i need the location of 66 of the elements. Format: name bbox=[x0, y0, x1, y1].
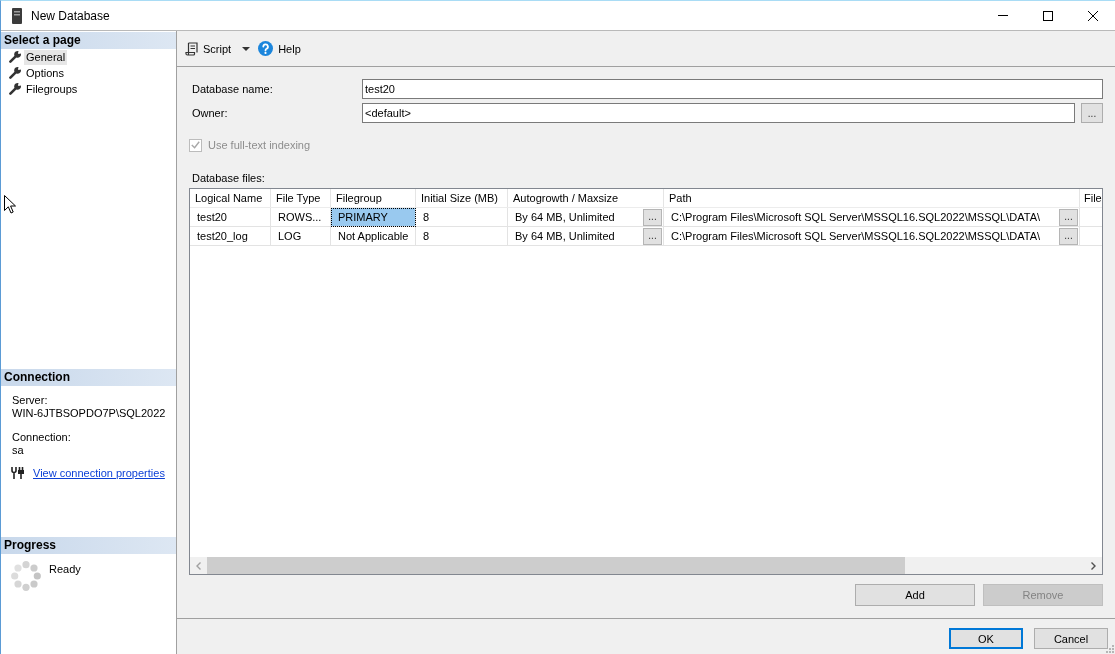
window-title: New Database bbox=[31, 8, 110, 23]
browse-button[interactable]: ... bbox=[643, 208, 662, 226]
minimize-icon bbox=[997, 15, 1008, 16]
table-cell[interactable]: Not Applicable bbox=[331, 227, 416, 246]
table-cell[interactable]: By 64 MB, Unlimited bbox=[508, 227, 643, 245]
column-header: Initial Size (MB) bbox=[416, 189, 508, 207]
field-value: WIN-6JTBSOPDO7P\SQL2022 bbox=[12, 407, 167, 420]
browse-button[interactable]: ... bbox=[643, 227, 662, 245]
mouse-pointer-icon bbox=[4, 195, 16, 214]
browse-button[interactable]: ... bbox=[1059, 227, 1078, 245]
table-cell[interactable]: C:\Program Files\Microsoft SQL Server\MSSQL16.SQL2022\MSSQL\DATA\ bbox=[664, 227, 1059, 245]
close-icon bbox=[1087, 10, 1098, 21]
field-label: Database name: bbox=[191, 83, 274, 95]
column-header: File Type bbox=[271, 189, 331, 207]
section-header: Connection bbox=[1, 369, 176, 386]
section-header: Progress bbox=[1, 537, 176, 554]
field-label: Server: bbox=[12, 394, 49, 407]
plug-icon bbox=[11, 467, 24, 479]
add-button[interactable]: Add bbox=[855, 584, 975, 606]
column-header: Path bbox=[664, 189, 1080, 207]
column-header: Logical Name bbox=[190, 189, 271, 207]
field-label: Owner: bbox=[191, 107, 229, 119]
column-header: File bbox=[1083, 191, 1102, 206]
ok-button[interactable]: OK bbox=[949, 628, 1023, 649]
checkmark-icon bbox=[191, 141, 200, 149]
input-field[interactable]: test20 bbox=[362, 79, 1103, 99]
help-icon bbox=[258, 41, 274, 56]
cancel-button[interactable]: Cancel bbox=[1034, 628, 1108, 649]
checkbox-label: Use full-text indexing bbox=[208, 139, 311, 151]
server-icon bbox=[12, 7, 22, 24]
column-header: Filegroup bbox=[331, 189, 416, 207]
scroll-icon bbox=[185, 41, 198, 56]
chevron-left-icon bbox=[196, 561, 201, 570]
wrench-icon bbox=[9, 51, 21, 63]
page-nav-item[interactable]: Filegroups bbox=[24, 81, 80, 97]
table-cell[interactable]: LOG bbox=[271, 227, 331, 246]
page-nav-item[interactable]: Options bbox=[24, 65, 66, 81]
browse-button[interactable]: ... bbox=[1059, 208, 1078, 226]
caret-icon bbox=[242, 46, 251, 51]
table-cell[interactable]: 8 bbox=[416, 227, 508, 246]
status-text: Ready bbox=[49, 563, 81, 575]
scrollbar-thumb[interactable] bbox=[207, 557, 905, 574]
help-button[interactable]: Help bbox=[258, 37, 301, 60]
table-cell[interactable]: PRIMARY bbox=[331, 208, 416, 227]
table-cell[interactable]: C:\Program Files\Microsoft SQL Server\MSSQL16.SQL2022\MSSQL\DATA\ bbox=[664, 208, 1059, 226]
page-nav-item[interactable]: General bbox=[24, 49, 68, 65]
spinner-icon bbox=[11, 561, 41, 591]
table-cell[interactable]: test20_log bbox=[190, 227, 271, 246]
section-header: Select a page bbox=[1, 32, 176, 49]
grid-label: Database files: bbox=[191, 172, 265, 185]
column-header: Autogrowth / Maxsize bbox=[508, 189, 664, 207]
horizontal-scrollbar[interactable] bbox=[190, 557, 1102, 574]
connection-properties-link[interactable]: View connection properties bbox=[33, 467, 165, 479]
browse-button[interactable]: ... bbox=[1081, 103, 1103, 123]
wrench-icon bbox=[9, 83, 21, 95]
script-dropdown-button[interactable]: Script bbox=[185, 37, 251, 60]
table-cell[interactable]: test20 bbox=[190, 208, 271, 227]
table-cell[interactable]: By 64 MB, Unlimited bbox=[508, 208, 643, 226]
field-value: sa bbox=[12, 444, 25, 457]
resize-grip-icon bbox=[1106, 645, 1114, 653]
input-field[interactable]: <default> bbox=[362, 103, 1075, 123]
wrench-icon bbox=[9, 67, 21, 79]
table-cell[interactable]: 8 bbox=[416, 208, 508, 227]
maximize-icon bbox=[1042, 10, 1053, 21]
chevron-right-icon bbox=[1091, 561, 1096, 570]
field-label: Connection: bbox=[12, 431, 72, 444]
